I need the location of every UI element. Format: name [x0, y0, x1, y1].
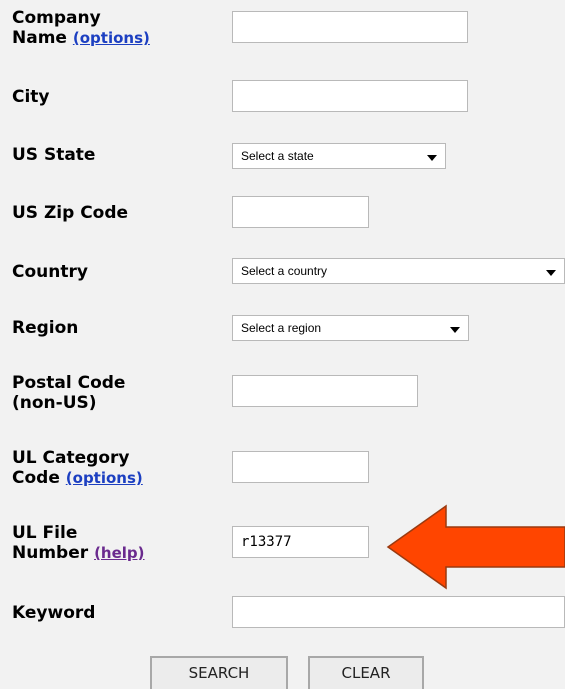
annotation-arrow-icon	[386, 504, 565, 590]
dropdown-arrow-icon	[427, 155, 437, 161]
keyword-label: Keyword	[12, 603, 96, 623]
dropdown-arrow-icon	[450, 327, 460, 333]
city-input[interactable]	[232, 80, 468, 112]
country-label: Country	[12, 262, 88, 282]
keyword-input[interactable]	[232, 596, 565, 628]
ul-category-code-input[interactable]	[232, 451, 369, 483]
postal-code-label: Postal Code (non-US)	[12, 373, 126, 413]
ul-file-number-input[interactable]: r13377	[232, 526, 369, 558]
clear-button[interactable]: CLEAR	[308, 656, 424, 689]
region-select[interactable]: Select a region	[232, 315, 469, 341]
company-name-input[interactable]	[232, 11, 468, 43]
us-zip-code-label: US Zip Code	[12, 203, 129, 223]
postal-code-input[interactable]	[232, 375, 418, 407]
region-label: Region	[12, 318, 79, 338]
ul-file-help-link[interactable]: (help)	[94, 544, 144, 562]
ul-file-number-label: UL File Number (help)	[12, 523, 145, 563]
search-button[interactable]: SEARCH	[150, 656, 288, 689]
country-select[interactable]: Select a country	[232, 258, 565, 284]
us-state-select[interactable]: Select a state	[232, 143, 446, 169]
us-zip-code-input[interactable]	[232, 196, 369, 228]
company-name-label: Company Name (options)	[12, 8, 150, 48]
ul-category-options-link[interactable]: (options)	[66, 469, 143, 487]
us-state-label: US State	[12, 145, 96, 165]
company-name-options-link[interactable]: (options)	[73, 29, 150, 47]
ul-category-code-label: UL Category Code (options)	[12, 448, 143, 488]
city-label: City	[12, 87, 50, 107]
dropdown-arrow-icon	[546, 270, 556, 276]
